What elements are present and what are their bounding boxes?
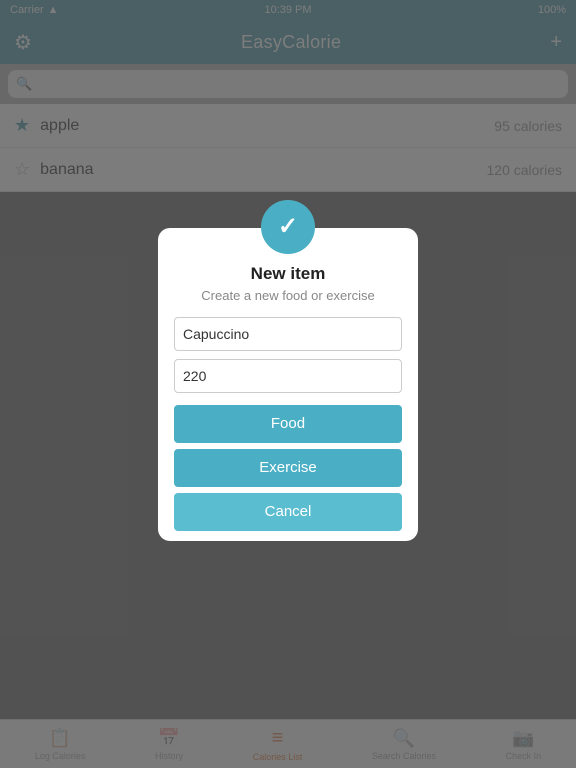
new-item-dialog: ✓ New item Create a new food or exercise… (158, 228, 418, 541)
dialog-icon-wrap: ✓ (261, 200, 315, 254)
exercise-button[interactable]: Exercise (174, 449, 402, 487)
cancel-button[interactable]: Cancel (174, 493, 402, 531)
dialog-body: New item Create a new food or exercise F… (158, 228, 418, 541)
dialog-subtitle: Create a new food or exercise (201, 288, 374, 303)
modal-overlay: ✓ New item Create a new food or exercise… (0, 0, 576, 768)
dialog-title: New item (251, 264, 326, 284)
item-calories-input[interactable] (174, 359, 402, 393)
checkmark-icon: ✓ (278, 212, 298, 241)
food-button[interactable]: Food (174, 405, 402, 443)
dialog-buttons: Food Exercise Cancel (174, 405, 402, 541)
item-name-input[interactable] (174, 317, 402, 351)
